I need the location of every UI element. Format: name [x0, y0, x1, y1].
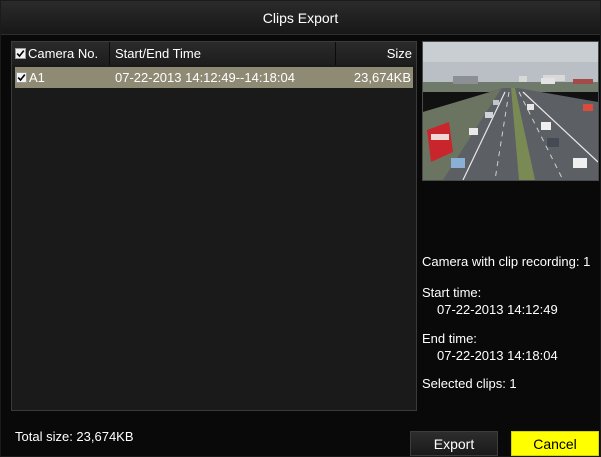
row-checkbox[interactable]: [16, 72, 27, 83]
column-header-camera: Camera No.: [12, 42, 110, 65]
start-time-label: Start time:: [422, 285, 482, 300]
video-preview: [422, 41, 599, 181]
row-camera-label: A1: [29, 70, 45, 85]
checkmark-icon: [16, 50, 25, 58]
row-camera-cell: A1: [15, 67, 110, 88]
checkmark-icon: [17, 74, 26, 82]
column-header-time[interactable]: Start/End Time: [110, 42, 336, 65]
end-time-label: End time:: [422, 331, 477, 346]
row-size-cell: 23,674KB: [353, 70, 411, 85]
export-button[interactable]: Export: [410, 431, 498, 456]
select-all-checkbox[interactable]: [15, 48, 26, 59]
selected-clips-count: Selected clips: 1: [422, 376, 517, 391]
table-header: Camera No. Start/End Time Size: [12, 42, 416, 65]
cancel-button[interactable]: Cancel: [511, 431, 599, 456]
clips-table: Camera No. Start/End Time Size A1 07-22-…: [11, 41, 417, 411]
row-time-cell: 07-22-2013 14:12:49--14:18:04: [115, 70, 295, 85]
column-header-camera-label: Camera No.: [28, 46, 99, 61]
start-time-value: 07-22-2013 14:12:49: [437, 302, 558, 317]
column-header-size[interactable]: Size: [336, 42, 416, 65]
clips-export-dialog: Clips Export Camera No. Start/End Time S…: [0, 0, 601, 457]
highway-preview-image: [423, 42, 598, 180]
total-size: Total size: 23,674KB: [15, 429, 134, 444]
camera-with-clip-count: Camera with clip recording: 1: [422, 254, 591, 269]
end-time-value: 07-22-2013 14:18:04: [437, 348, 558, 363]
table-row[interactable]: A1 07-22-2013 14:12:49--14:18:04 23,674K…: [15, 67, 413, 88]
dialog-title: Clips Export: [1, 1, 600, 35]
